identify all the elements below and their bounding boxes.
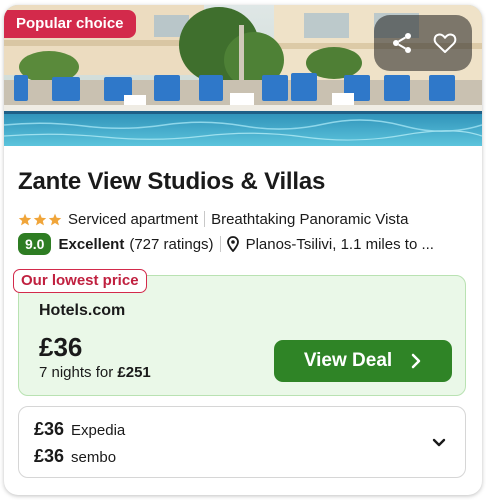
share-button[interactable] <box>384 25 420 61</box>
deal-price: £36 <box>39 332 83 362</box>
share-icon <box>392 33 411 53</box>
rating-word: Excellent <box>58 235 125 253</box>
chevron-right-icon <box>411 353 421 369</box>
lowest-price-label: Our lowest price <box>13 269 147 293</box>
deal-total: 7 nights for £251 <box>39 364 151 381</box>
popular-choice-badge: Popular choice <box>4 10 136 38</box>
hotel-location[interactable]: Planos-Tsilivi, 1.1 miles to ... <box>246 236 434 253</box>
favourite-button[interactable] <box>427 25 463 61</box>
accommodation-type: Serviced apartment <box>68 210 199 228</box>
rating-and-location: 9.0 Excellent (727 ratings) Planos-Tsili… <box>18 232 468 256</box>
star-rating <box>18 213 62 226</box>
nights-text: 7 nights for <box>39 364 118 381</box>
heart-icon <box>433 33 456 53</box>
hotel-meta: Serviced apartment Breathtaking Panorami… <box>18 208 408 230</box>
rating-score-badge: 9.0 <box>18 233 52 255</box>
divider <box>204 211 206 227</box>
other-offers[interactable]: £36 Expedia £36 sembo <box>18 406 466 478</box>
hotel-card[interactable]: Popular choice Zante View Studios & Vill… <box>4 5 482 495</box>
offer-provider: sembo <box>71 449 117 466</box>
photo-actions <box>374 15 472 71</box>
location-pin-icon <box>226 236 239 252</box>
lowest-price-deal[interactable]: Hotels.com £36 7 nights for £251 View De… <box>18 275 466 396</box>
view-deal-button[interactable]: View Deal <box>274 340 452 382</box>
hotel-name[interactable]: Zante View Studios & Villas <box>18 168 325 196</box>
star-icon <box>33 213 47 225</box>
offer-row[interactable]: £36 sembo <box>34 446 116 467</box>
offer-price: £36 <box>34 446 65 466</box>
hotel-tagline: Breathtaking Panoramic Vista <box>211 210 409 228</box>
chevron-down-icon[interactable] <box>429 433 449 453</box>
divider <box>219 236 221 252</box>
deal-provider: Hotels.com <box>39 302 126 319</box>
hotel-photo[interactable]: Popular choice <box>4 5 482 146</box>
view-deal-label: View Deal <box>303 350 393 371</box>
offer-row[interactable]: £36 Expedia <box>34 419 125 440</box>
star-icon <box>48 213 62 225</box>
ratings-count[interactable]: (727 ratings) <box>129 236 213 253</box>
offer-provider: Expedia <box>71 422 126 439</box>
total-price: £251 <box>117 364 151 381</box>
star-icon <box>18 213 32 225</box>
offer-price: £36 <box>34 419 65 439</box>
